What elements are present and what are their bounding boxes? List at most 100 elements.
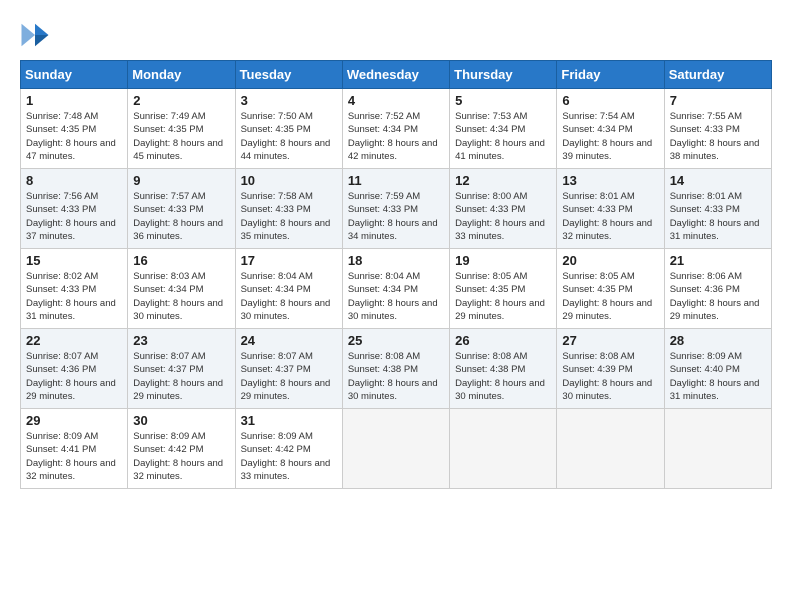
- calendar-cell: 6 Sunrise: 7:54 AM Sunset: 4:34 PM Dayli…: [557, 89, 664, 169]
- day-info: Sunrise: 8:01 AM Sunset: 4:33 PM Dayligh…: [562, 190, 658, 243]
- page-header: [20, 20, 772, 50]
- day-number: 7: [670, 93, 766, 108]
- calendar-cell: 29 Sunrise: 8:09 AM Sunset: 4:41 PM Dayl…: [21, 409, 128, 489]
- calendar-cell: 22 Sunrise: 8:07 AM Sunset: 4:36 PM Dayl…: [21, 329, 128, 409]
- calendar-cell: 18 Sunrise: 8:04 AM Sunset: 4:34 PM Dayl…: [342, 249, 449, 329]
- calendar-cell: 27 Sunrise: 8:08 AM Sunset: 4:39 PM Dayl…: [557, 329, 664, 409]
- calendar-cell: 5 Sunrise: 7:53 AM Sunset: 4:34 PM Dayli…: [450, 89, 557, 169]
- calendar-cell: 4 Sunrise: 7:52 AM Sunset: 4:34 PM Dayli…: [342, 89, 449, 169]
- weekday-header-monday: Monday: [128, 61, 235, 89]
- calendar-cell: [557, 409, 664, 489]
- day-info: Sunrise: 8:00 AM Sunset: 4:33 PM Dayligh…: [455, 190, 551, 243]
- weekday-header-saturday: Saturday: [664, 61, 771, 89]
- calendar-cell: 15 Sunrise: 8:02 AM Sunset: 4:33 PM Dayl…: [21, 249, 128, 329]
- day-info: Sunrise: 7:54 AM Sunset: 4:34 PM Dayligh…: [562, 110, 658, 163]
- calendar-cell: 25 Sunrise: 8:08 AM Sunset: 4:38 PM Dayl…: [342, 329, 449, 409]
- day-number: 11: [348, 173, 444, 188]
- day-number: 3: [241, 93, 337, 108]
- calendar-cell: 24 Sunrise: 8:07 AM Sunset: 4:37 PM Dayl…: [235, 329, 342, 409]
- day-number: 26: [455, 333, 551, 348]
- logo: [20, 20, 54, 50]
- calendar-cell: 28 Sunrise: 8:09 AM Sunset: 4:40 PM Dayl…: [664, 329, 771, 409]
- day-info: Sunrise: 8:09 AM Sunset: 4:42 PM Dayligh…: [241, 430, 337, 483]
- day-number: 21: [670, 253, 766, 268]
- calendar-cell: 10 Sunrise: 7:58 AM Sunset: 4:33 PM Dayl…: [235, 169, 342, 249]
- calendar-cell: [342, 409, 449, 489]
- day-info: Sunrise: 8:02 AM Sunset: 4:33 PM Dayligh…: [26, 270, 122, 323]
- day-info: Sunrise: 7:53 AM Sunset: 4:34 PM Dayligh…: [455, 110, 551, 163]
- day-number: 5: [455, 93, 551, 108]
- day-info: Sunrise: 7:48 AM Sunset: 4:35 PM Dayligh…: [26, 110, 122, 163]
- day-number: 6: [562, 93, 658, 108]
- day-number: 30: [133, 413, 229, 428]
- day-number: 17: [241, 253, 337, 268]
- day-info: Sunrise: 8:05 AM Sunset: 4:35 PM Dayligh…: [455, 270, 551, 323]
- calendar-cell: 1 Sunrise: 7:48 AM Sunset: 4:35 PM Dayli…: [21, 89, 128, 169]
- calendar-cell: 12 Sunrise: 8:00 AM Sunset: 4:33 PM Dayl…: [450, 169, 557, 249]
- weekday-header-sunday: Sunday: [21, 61, 128, 89]
- calendar-header-row: SundayMondayTuesdayWednesdayThursdayFrid…: [21, 61, 772, 89]
- calendar-cell: [664, 409, 771, 489]
- calendar-body: 1 Sunrise: 7:48 AM Sunset: 4:35 PM Dayli…: [21, 89, 772, 489]
- day-number: 10: [241, 173, 337, 188]
- day-info: Sunrise: 8:09 AM Sunset: 4:41 PM Dayligh…: [26, 430, 122, 483]
- day-info: Sunrise: 7:57 AM Sunset: 4:33 PM Dayligh…: [133, 190, 229, 243]
- day-info: Sunrise: 8:04 AM Sunset: 4:34 PM Dayligh…: [348, 270, 444, 323]
- weekday-header-tuesday: Tuesday: [235, 61, 342, 89]
- calendar-week-1: 1 Sunrise: 7:48 AM Sunset: 4:35 PM Dayli…: [21, 89, 772, 169]
- calendar-cell: 2 Sunrise: 7:49 AM Sunset: 4:35 PM Dayli…: [128, 89, 235, 169]
- day-info: Sunrise: 8:07 AM Sunset: 4:37 PM Dayligh…: [241, 350, 337, 403]
- day-info: Sunrise: 7:49 AM Sunset: 4:35 PM Dayligh…: [133, 110, 229, 163]
- logo-icon: [20, 20, 50, 50]
- day-number: 22: [26, 333, 122, 348]
- calendar-cell: 26 Sunrise: 8:08 AM Sunset: 4:38 PM Dayl…: [450, 329, 557, 409]
- day-info: Sunrise: 7:52 AM Sunset: 4:34 PM Dayligh…: [348, 110, 444, 163]
- day-number: 8: [26, 173, 122, 188]
- calendar-cell: 9 Sunrise: 7:57 AM Sunset: 4:33 PM Dayli…: [128, 169, 235, 249]
- day-info: Sunrise: 8:06 AM Sunset: 4:36 PM Dayligh…: [670, 270, 766, 323]
- calendar-week-4: 22 Sunrise: 8:07 AM Sunset: 4:36 PM Dayl…: [21, 329, 772, 409]
- day-number: 14: [670, 173, 766, 188]
- day-number: 4: [348, 93, 444, 108]
- calendar-cell: 8 Sunrise: 7:56 AM Sunset: 4:33 PM Dayli…: [21, 169, 128, 249]
- calendar-cell: 3 Sunrise: 7:50 AM Sunset: 4:35 PM Dayli…: [235, 89, 342, 169]
- day-info: Sunrise: 8:08 AM Sunset: 4:39 PM Dayligh…: [562, 350, 658, 403]
- day-number: 1: [26, 93, 122, 108]
- day-number: 20: [562, 253, 658, 268]
- weekday-header-thursday: Thursday: [450, 61, 557, 89]
- day-info: Sunrise: 8:04 AM Sunset: 4:34 PM Dayligh…: [241, 270, 337, 323]
- calendar-cell: 20 Sunrise: 8:05 AM Sunset: 4:35 PM Dayl…: [557, 249, 664, 329]
- day-number: 24: [241, 333, 337, 348]
- day-info: Sunrise: 7:56 AM Sunset: 4:33 PM Dayligh…: [26, 190, 122, 243]
- day-info: Sunrise: 8:05 AM Sunset: 4:35 PM Dayligh…: [562, 270, 658, 323]
- calendar-cell: 13 Sunrise: 8:01 AM Sunset: 4:33 PM Dayl…: [557, 169, 664, 249]
- day-info: Sunrise: 7:50 AM Sunset: 4:35 PM Dayligh…: [241, 110, 337, 163]
- day-number: 16: [133, 253, 229, 268]
- calendar-week-3: 15 Sunrise: 8:02 AM Sunset: 4:33 PM Dayl…: [21, 249, 772, 329]
- calendar-week-5: 29 Sunrise: 8:09 AM Sunset: 4:41 PM Dayl…: [21, 409, 772, 489]
- day-info: Sunrise: 8:01 AM Sunset: 4:33 PM Dayligh…: [670, 190, 766, 243]
- day-number: 13: [562, 173, 658, 188]
- day-number: 19: [455, 253, 551, 268]
- day-info: Sunrise: 7:59 AM Sunset: 4:33 PM Dayligh…: [348, 190, 444, 243]
- day-info: Sunrise: 8:07 AM Sunset: 4:36 PM Dayligh…: [26, 350, 122, 403]
- day-number: 28: [670, 333, 766, 348]
- calendar-cell: 16 Sunrise: 8:03 AM Sunset: 4:34 PM Dayl…: [128, 249, 235, 329]
- day-info: Sunrise: 8:07 AM Sunset: 4:37 PM Dayligh…: [133, 350, 229, 403]
- day-info: Sunrise: 7:58 AM Sunset: 4:33 PM Dayligh…: [241, 190, 337, 243]
- calendar-cell: [450, 409, 557, 489]
- weekday-header-wednesday: Wednesday: [342, 61, 449, 89]
- day-number: 25: [348, 333, 444, 348]
- calendar-week-2: 8 Sunrise: 7:56 AM Sunset: 4:33 PM Dayli…: [21, 169, 772, 249]
- day-info: Sunrise: 7:55 AM Sunset: 4:33 PM Dayligh…: [670, 110, 766, 163]
- day-number: 18: [348, 253, 444, 268]
- day-number: 12: [455, 173, 551, 188]
- day-number: 31: [241, 413, 337, 428]
- calendar-cell: 11 Sunrise: 7:59 AM Sunset: 4:33 PM Dayl…: [342, 169, 449, 249]
- day-number: 15: [26, 253, 122, 268]
- calendar-cell: 17 Sunrise: 8:04 AM Sunset: 4:34 PM Dayl…: [235, 249, 342, 329]
- calendar-cell: 21 Sunrise: 8:06 AM Sunset: 4:36 PM Dayl…: [664, 249, 771, 329]
- day-number: 29: [26, 413, 122, 428]
- day-info: Sunrise: 8:08 AM Sunset: 4:38 PM Dayligh…: [348, 350, 444, 403]
- day-info: Sunrise: 8:09 AM Sunset: 4:42 PM Dayligh…: [133, 430, 229, 483]
